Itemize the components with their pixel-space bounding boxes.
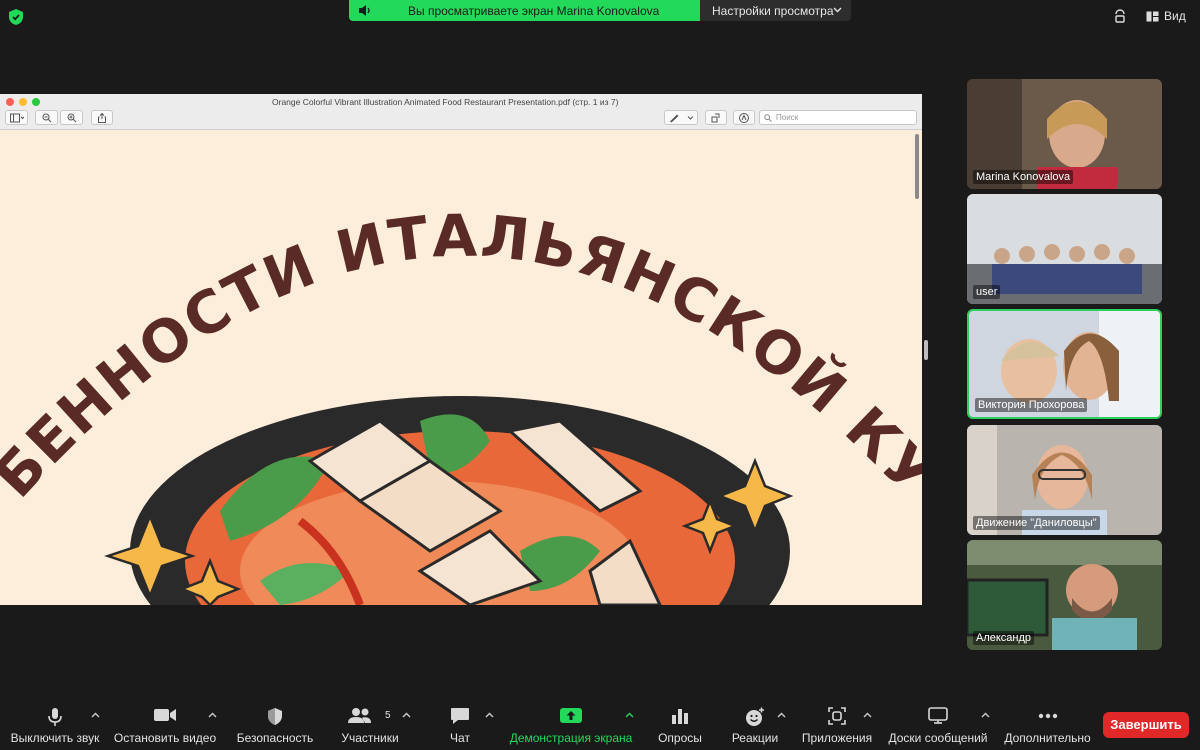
- zoom-out-icon: [42, 113, 51, 122]
- view-options-label: Настройки просмотра: [712, 4, 834, 18]
- markup-icon: [739, 112, 749, 123]
- whiteboard-icon: [928, 707, 948, 724]
- reactions-button[interactable]: Реакции: [725, 700, 785, 750]
- rotate-icon: [711, 113, 720, 122]
- minimize-window-button[interactable]: [19, 98, 27, 106]
- view-options-button[interactable]: Настройки просмотра: [700, 0, 851, 21]
- meeting-controls: Выключить звук Остановить видео Безопасн…: [0, 700, 1200, 750]
- document-scrollbar[interactable]: [915, 134, 919, 199]
- share-document-button[interactable]: [91, 110, 113, 125]
- search-icon: [764, 114, 772, 122]
- apps-options-caret-icon[interactable]: [863, 711, 872, 720]
- security-shield-icon[interactable]: [8, 8, 24, 26]
- security-label: Безопасность: [236, 731, 314, 745]
- chat-label: Чат: [450, 731, 470, 745]
- participant-tile[interactable]: user: [967, 194, 1162, 304]
- stop-video-label: Остановить видео: [113, 731, 217, 745]
- more-label: Дополнительно: [1004, 731, 1091, 745]
- more-button[interactable]: Дополнительно: [1000, 700, 1095, 750]
- participant-name: Александр: [973, 631, 1035, 645]
- participant-name: Движение "Даниловцы": [973, 516, 1100, 530]
- share-options-caret-icon[interactable]: [625, 711, 634, 720]
- share-icon: [98, 112, 106, 123]
- pdf-page: ОСОБЕННОСТИ ИТАЛЬЯНСКОЙ КУХНИ: [0, 94, 922, 605]
- whiteboards-label: Доски сообщений: [888, 731, 988, 745]
- participants-label: Участники: [341, 731, 399, 745]
- screen-share-banner: Вы просматриваете экран Marina Konovalov…: [349, 0, 700, 21]
- participant-tile-active-speaker[interactable]: Виктория Прохорова: [967, 309, 1162, 419]
- participants-count-badge: 5: [385, 710, 391, 721]
- search-placeholder: Поиск: [776, 113, 799, 122]
- search-field[interactable]: Поиск: [759, 110, 917, 125]
- participants-options-caret-icon[interactable]: [402, 711, 411, 720]
- shared-screen: Orange Colorful Vibrant Illustration Ani…: [0, 94, 922, 605]
- polls-icon: [672, 709, 688, 724]
- participant-name: Виктория Прохорова: [975, 398, 1088, 412]
- close-window-button[interactable]: [6, 98, 14, 106]
- grid-view-icon: [1146, 11, 1159, 21]
- sidebar-toggle-button[interactable]: [5, 110, 28, 125]
- zoom-window-button[interactable]: [32, 98, 40, 106]
- microphone-icon: [48, 708, 62, 726]
- chat-icon: [451, 708, 469, 724]
- zoom-out-button[interactable]: [35, 110, 58, 125]
- participant-tile[interactable]: Александр: [967, 540, 1162, 650]
- share-screen-label: Демонстрация экрана: [509, 731, 633, 745]
- video-camera-icon: [154, 709, 176, 721]
- whiteboards-button[interactable]: Доски сообщений: [885, 700, 991, 750]
- apps-button[interactable]: Приложения: [798, 700, 876, 750]
- top-bar: Вы просматриваете экран Marina Konovalov…: [0, 0, 1200, 34]
- reactions-label: Реакции: [731, 731, 779, 745]
- chat-button[interactable]: Чат: [430, 700, 490, 750]
- participant-name: Marina Konovalova: [973, 170, 1074, 184]
- audio-options-caret-icon[interactable]: [91, 711, 100, 720]
- apps-label: Приложения: [801, 731, 873, 745]
- pen-icon: [670, 114, 694, 122]
- whiteboards-options-caret-icon[interactable]: [981, 711, 990, 720]
- slide-illustration: ОСОБЕННОСТИ ИТАЛЬЯНСКОЙ КУХНИ: [0, 94, 922, 605]
- view-button[interactable]: Вид: [1146, 9, 1186, 23]
- polls-button[interactable]: Опросы: [650, 700, 710, 750]
- speaker-icon: [359, 5, 370, 16]
- chat-options-caret-icon[interactable]: [485, 711, 494, 720]
- stop-video-button[interactable]: Остановить видео: [110, 700, 220, 750]
- sidebar-icon: [9, 113, 24, 122]
- chevron-down-icon: [833, 7, 842, 13]
- mute-button[interactable]: Выключить звук: [5, 700, 105, 750]
- participant-tile[interactable]: Marina Konovalova: [967, 79, 1162, 189]
- more-dots-icon: [1038, 713, 1057, 719]
- document-title: Orange Colorful Vibrant Illustration Ani…: [272, 97, 619, 107]
- markup-toolbar-button[interactable]: [733, 110, 755, 125]
- rotate-button[interactable]: [705, 110, 727, 125]
- participants-icon: [348, 708, 372, 723]
- reactions-smiley-icon: [746, 707, 764, 726]
- reactions-options-caret-icon[interactable]: [777, 711, 786, 720]
- immersive-view-icon[interactable]: [1113, 9, 1127, 23]
- participant-name: user: [973, 285, 1001, 299]
- participants-button[interactable]: Участники: [330, 700, 410, 750]
- end-meeting-button[interactable]: Завершить: [1103, 712, 1189, 738]
- split-resize-handle[interactable]: [924, 340, 928, 360]
- share-screen-button[interactable]: Демонстрация экрана: [505, 700, 637, 750]
- zoom-in-icon: [67, 113, 76, 122]
- video-options-caret-icon[interactable]: [208, 711, 217, 720]
- preview-window-titlebar: Orange Colorful Vibrant Illustration Ani…: [0, 94, 922, 130]
- share-screen-icon: [560, 708, 582, 723]
- share-banner-text: Вы просматриваете экран Marina Konovalov…: [408, 4, 660, 18]
- apps-icon: [828, 707, 846, 725]
- markup-pen-button[interactable]: [664, 110, 698, 125]
- security-button[interactable]: Безопасность: [230, 700, 320, 750]
- zoom-in-button[interactable]: [60, 110, 83, 125]
- view-label: Вид: [1164, 9, 1186, 23]
- mute-label: Выключить звук: [10, 731, 100, 745]
- polls-label: Опросы: [658, 731, 702, 745]
- shield-icon: [268, 708, 282, 725]
- participant-tile[interactable]: Движение "Даниловцы": [967, 425, 1162, 535]
